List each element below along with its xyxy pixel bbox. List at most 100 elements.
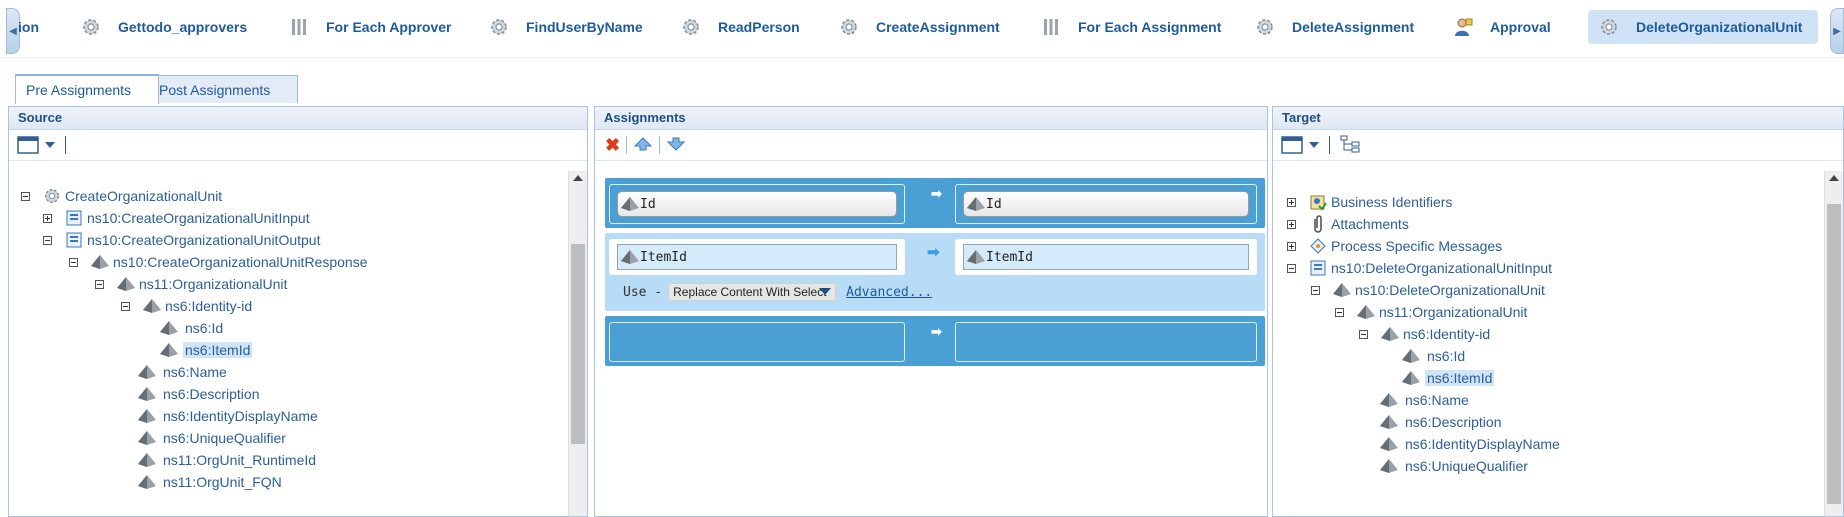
tree-node[interactable]: ns11:OrgUnit_RuntimeId <box>137 449 316 471</box>
expand-toggle[interactable] <box>1287 197 1296 207</box>
tree-node[interactable]: ns6:Description <box>137 383 260 405</box>
tree-node[interactable]: ns6:Name <box>1379 389 1469 411</box>
tree-node-label: ns6:ItemId <box>183 342 253 358</box>
scrollbar-thumb[interactable] <box>571 244 585 444</box>
collapse-toggle[interactable] <box>1359 329 1368 339</box>
collapse-toggle[interactable] <box>121 301 130 311</box>
step-item[interactable]: Approval <box>1452 10 1551 44</box>
tree-node[interactable]: ns10:CreateOrganizationalUnitResponse <box>69 251 367 273</box>
delete-icon[interactable]: ✖ <box>605 136 620 154</box>
step-item[interactable]: DeleteAssignment <box>1254 10 1414 44</box>
element-icon <box>90 252 110 272</box>
expand-toggle[interactable] <box>1287 219 1296 229</box>
step-item[interactable]: Gettodo_approvers <box>80 10 247 44</box>
gear-icon <box>1254 16 1276 38</box>
tree-node[interactable]: ns6:Description <box>1379 411 1502 433</box>
expand-toggle[interactable] <box>43 213 52 223</box>
tree-node-label: ns6:Id <box>1427 348 1466 364</box>
scroll-up-icon[interactable] <box>1829 175 1839 181</box>
tree-structure-icon[interactable] <box>1340 135 1360 156</box>
tree-node[interactable]: ns11:OrganizationalUnit <box>95 273 287 295</box>
step-item[interactable]: For Each Approver <box>288 10 452 44</box>
tree-node-label: ns10:CreateOrganizationalUnitInput <box>87 210 310 226</box>
tree-node[interactable]: ns6:UniqueQualifier <box>137 427 286 449</box>
advanced-link[interactable]: Advanced... <box>846 285 932 300</box>
scrollbar-thumb[interactable] <box>1827 204 1841 504</box>
tree-node-label: Process Specific Messages <box>1331 238 1503 254</box>
tree-node-label: ns11:OrganizationalUnit <box>1379 304 1528 320</box>
step-item[interactable]: FindUserByName <box>488 10 643 44</box>
tree-node[interactable]: ns11:OrgUnit_FQN <box>137 471 282 493</box>
tree-node[interactable]: ns10:DeleteOrganizationalUnit <box>1311 279 1545 301</box>
source-scrollbar[interactable] <box>568 171 587 516</box>
tree-node[interactable]: ns6:IdentityDisplayName <box>1379 433 1560 455</box>
window-view-icon <box>1281 136 1303 154</box>
tree-node[interactable]: Process Specific Messages <box>1287 235 1502 257</box>
element-icon <box>1356 302 1376 322</box>
step-item-active[interactable]: DeleteOrganizationalUnit <box>1588 10 1819 44</box>
collapse-toggle[interactable] <box>1311 285 1320 295</box>
step-item[interactable]: ReadPerson <box>680 10 800 44</box>
step-item[interactable]: ion <box>18 10 39 44</box>
collapse-toggle[interactable] <box>21 191 30 201</box>
move-up-icon[interactable] <box>633 136 653 155</box>
assignment-to-box[interactable]: Id <box>955 184 1257 224</box>
step-label: For Each Approver <box>326 19 452 35</box>
assignment-row-selected[interactable]: ItemId ➡ ItemId Use - Replace Content Wi… <box>605 233 1265 311</box>
tree-node[interactable]: ns10:CreateOrganizationalUnitOutput <box>43 229 320 251</box>
tree-node[interactable]: ns6:Name <box>137 361 227 383</box>
tree-node[interactable]: ns6:IdentityDisplayName <box>137 405 318 427</box>
assignment-to-field[interactable]: Id <box>963 191 1249 217</box>
assignment-from-field[interactable]: Id <box>617 191 897 217</box>
tree-node-label: ns6:Identity-id <box>165 298 253 314</box>
assignment-to-box[interactable] <box>955 322 1257 362</box>
collapse-toggle[interactable] <box>69 257 78 267</box>
tree-node-label: ns6:Description <box>1405 414 1502 430</box>
collapse-toggle[interactable] <box>1335 307 1344 317</box>
gear-icon <box>838 16 860 38</box>
tree-node[interactable]: ns6:UniqueQualifier <box>1379 455 1528 477</box>
assignment-row[interactable]: Id ➡ Id <box>605 178 1265 228</box>
tree-node[interactable]: ns10:CreateOrganizationalUnitInput <box>43 207 310 229</box>
assignment-from-box[interactable]: Id <box>609 184 905 224</box>
tree-node[interactable]: CreateOrganizationalUnit <box>21 185 222 207</box>
tab-pre-assignments[interactable]: Pre Assignments <box>15 74 159 104</box>
view-options-button[interactable] <box>1281 136 1319 154</box>
scroll-up-icon[interactable] <box>573 175 583 181</box>
tree-node-selected[interactable]: ns6:ItemId <box>159 339 253 361</box>
assignments-toolbar: ✖ <box>595 130 1267 161</box>
assignment-from-box[interactable]: ItemId <box>609 239 905 275</box>
view-options-button[interactable] <box>17 136 55 154</box>
collapse-toggle[interactable] <box>95 279 104 289</box>
move-down-icon[interactable] <box>666 136 686 155</box>
tree-node[interactable]: Attachments <box>1287 213 1409 235</box>
tree-node[interactable]: ns6:Identity-id <box>1359 323 1490 345</box>
expand-toggle[interactable] <box>1287 241 1296 251</box>
target-scrollbar[interactable] <box>1824 171 1843 516</box>
step-label: ion <box>18 19 39 35</box>
collapse-toggle[interactable] <box>43 235 52 245</box>
assignment-row-empty[interactable]: ➡ <box>605 316 1265 366</box>
assignment-from-field[interactable]: ItemId <box>617 244 897 270</box>
assignment-to-field[interactable]: ItemId <box>963 244 1249 270</box>
step-label: DeleteOrganizationalUnit <box>1636 19 1803 35</box>
tree-node[interactable]: ns11:OrganizationalUnit <box>1335 301 1527 323</box>
scroll-right-button[interactable]: ▶ <box>1830 8 1844 54</box>
element-icon <box>1401 368 1421 388</box>
tab-post-assignments[interactable]: Post Assignments <box>148 75 298 103</box>
use-mode-select[interactable]: Replace Content With Select <box>668 283 837 301</box>
collapse-toggle[interactable] <box>1287 263 1296 273</box>
element-icon <box>967 197 985 211</box>
tree-node[interactable]: ns6:Id <box>159 317 223 339</box>
step-item[interactable]: For Each Assignment <box>1040 10 1221 44</box>
loop-bars-icon <box>288 16 310 38</box>
tree-node-selected[interactable]: ns6:ItemId <box>1401 367 1495 389</box>
step-item[interactable]: CreateAssignment <box>838 10 1000 44</box>
assignment-from-box[interactable] <box>609 322 905 362</box>
tree-node[interactable]: ns10:DeleteOrganizationalUnitInput <box>1287 257 1552 279</box>
toolbar-divider <box>626 136 628 154</box>
tree-node[interactable]: ns6:Identity-id <box>121 295 252 317</box>
tree-node[interactable]: Business Identifiers <box>1287 191 1452 213</box>
assignment-to-box[interactable]: ItemId <box>955 239 1257 275</box>
tree-node[interactable]: ns6:Id <box>1401 345 1465 367</box>
